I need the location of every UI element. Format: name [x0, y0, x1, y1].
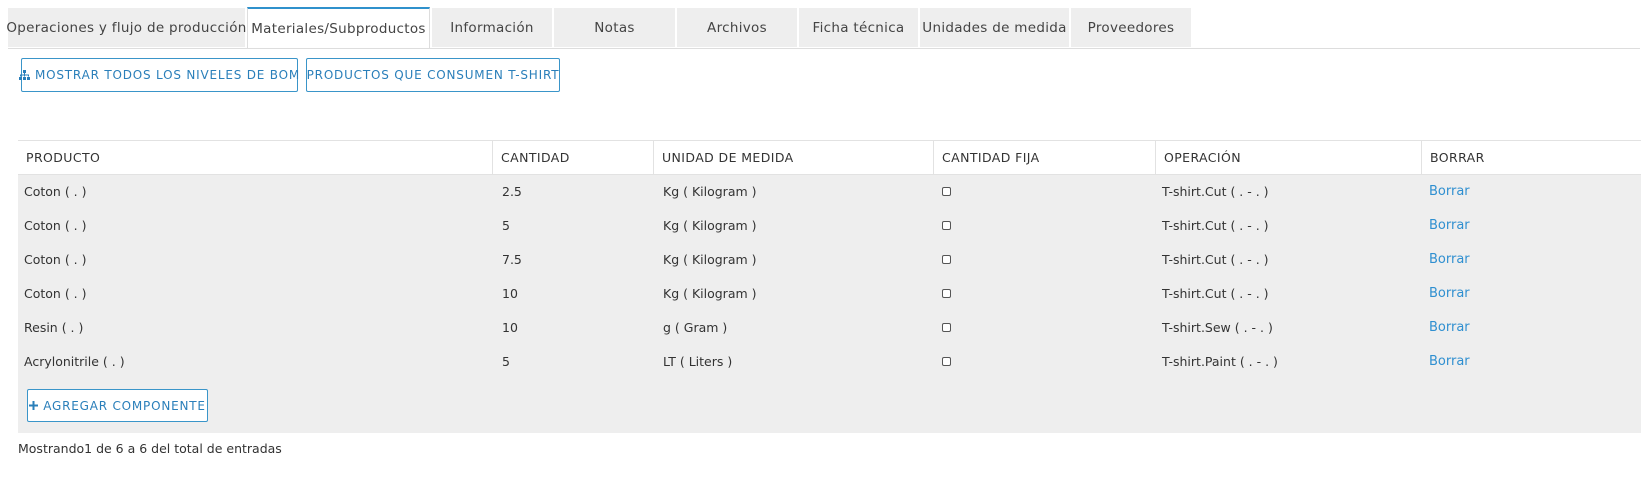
table-row: Coton ( . ) 5 Kg ( Kilogram ) T-shirt.Cu… [18, 209, 1641, 243]
cell-product: Coton ( . ) [24, 252, 87, 267]
cell-quantity: 5 [502, 218, 510, 233]
tab-informacion[interactable]: Información [432, 8, 552, 47]
delete-link[interactable]: Borrar [1429, 311, 1470, 345]
table-row: Acrylonitrile ( . ) 5 LT ( Liters ) T-sh… [18, 345, 1641, 379]
cell-operation: T-shirt.Cut ( . - . ) [1162, 252, 1269, 267]
consumer-products-label: PRODUCTOS QUE CONSUMEN T-SHIRT [306, 68, 560, 82]
plus-icon [29, 401, 39, 410]
cell-product: Coton ( . ) [24, 184, 87, 199]
header-operation[interactable]: OPERACIÓN [1156, 141, 1422, 174]
delete-link[interactable]: Borrar [1429, 175, 1470, 209]
show-bom-levels-button[interactable]: MOSTRAR TODOS LOS NIVELES DE BOM [18, 58, 301, 92]
tab-proveedores[interactable]: Proveedores [1071, 8, 1191, 47]
cell-unit: Kg ( Kilogram ) [663, 218, 757, 233]
tab-unidades-medida[interactable]: Unidades de medida [920, 8, 1069, 47]
table-header: PRODUCTO CANTIDAD UNIDAD DE MEDIDA CANTI… [18, 140, 1641, 175]
table-row: Resin ( . ) 10 g ( Gram ) T-shirt.Sew ( … [18, 311, 1641, 345]
header-unit[interactable]: UNIDAD DE MEDIDA [654, 141, 934, 174]
cell-quantity: 7.5 [502, 252, 522, 267]
cell-product: Coton ( . ) [24, 218, 87, 233]
cell-operation: T-shirt.Paint ( . - . ) [1162, 354, 1278, 369]
pagination-summary: Mostrando1 de 6 a 6 del total de entrada… [18, 441, 282, 456]
header-product[interactable]: PRODUCTO [18, 141, 493, 174]
table-row: Coton ( . ) 2.5 Kg ( Kilogram ) T-shirt.… [18, 175, 1641, 209]
cell-quantity: 10 [502, 286, 518, 301]
cell-product: Coton ( . ) [24, 286, 87, 301]
delete-link[interactable]: Borrar [1429, 209, 1470, 243]
add-component-label: AGREGAR COMPONENTE [43, 398, 206, 413]
cell-quantity: 5 [502, 354, 510, 369]
tab-ficha-tecnica[interactable]: Ficha técnica [799, 8, 918, 47]
components-table: PRODUCTO CANTIDAD UNIDAD DE MEDIDA CANTI… [18, 140, 1641, 433]
cell-operation: T-shirt.Cut ( . - . ) [1162, 184, 1269, 199]
delete-link[interactable]: Borrar [1429, 345, 1470, 379]
tab-materiales[interactable]: Materiales/Subproductos [247, 7, 430, 48]
cell-quantity: 2.5 [502, 184, 522, 199]
table-row: Coton ( . ) 10 Kg ( Kilogram ) T-shirt.C… [18, 277, 1641, 311]
delete-link[interactable]: Borrar [1429, 277, 1470, 311]
show-bom-levels-label: MOSTRAR TODOS LOS NIVELES DE BOM [34, 68, 301, 82]
cell-product: Resin ( . ) [24, 320, 84, 335]
header-delete: BORRAR [1430, 150, 1485, 165]
cell-unit: g ( Gram ) [663, 320, 728, 335]
fixed-quantity-checkbox[interactable] [942, 221, 951, 230]
cell-product: Acrylonitrile ( . ) [24, 354, 125, 369]
cell-unit: LT ( Liters ) [663, 354, 733, 369]
cell-operation: T-shirt.Sew ( . - . ) [1162, 320, 1273, 335]
delete-link[interactable]: Borrar [1429, 243, 1470, 277]
cell-operation: T-shirt.Cut ( . - . ) [1162, 218, 1269, 233]
cell-unit: Kg ( Kilogram ) [663, 286, 757, 301]
fixed-quantity-checkbox[interactable] [942, 323, 951, 332]
fixed-quantity-checkbox[interactable] [942, 255, 951, 264]
fixed-quantity-checkbox[interactable] [942, 289, 951, 298]
cell-unit: Kg ( Kilogram ) [663, 184, 757, 199]
tab-notas[interactable]: Notas [554, 8, 675, 47]
cell-quantity: 10 [502, 320, 518, 335]
sitemap-icon [18, 70, 30, 80]
table-row: Coton ( . ) 7.5 Kg ( Kilogram ) T-shirt.… [18, 243, 1641, 277]
tab-bar: Operaciones y flujo de producción Materi… [6, 7, 1640, 49]
tab-archivos[interactable]: Archivos [677, 8, 797, 47]
fixed-quantity-checkbox[interactable] [942, 187, 951, 196]
cell-operation: T-shirt.Cut ( . - . ) [1162, 286, 1269, 301]
fixed-quantity-checkbox[interactable] [942, 357, 951, 366]
add-component-button[interactable]: AGREGAR COMPONENTE [27, 389, 208, 422]
header-quantity[interactable]: CANTIDAD [493, 141, 654, 174]
tab-operaciones[interactable]: Operaciones y flujo de producción [6, 8, 246, 47]
cell-unit: Kg ( Kilogram ) [663, 252, 757, 267]
consumer-products-button[interactable]: PRODUCTOS QUE CONSUMEN T-SHIRT [306, 58, 560, 92]
header-fixed-quantity[interactable]: CANTIDAD FIJA [934, 141, 1156, 174]
